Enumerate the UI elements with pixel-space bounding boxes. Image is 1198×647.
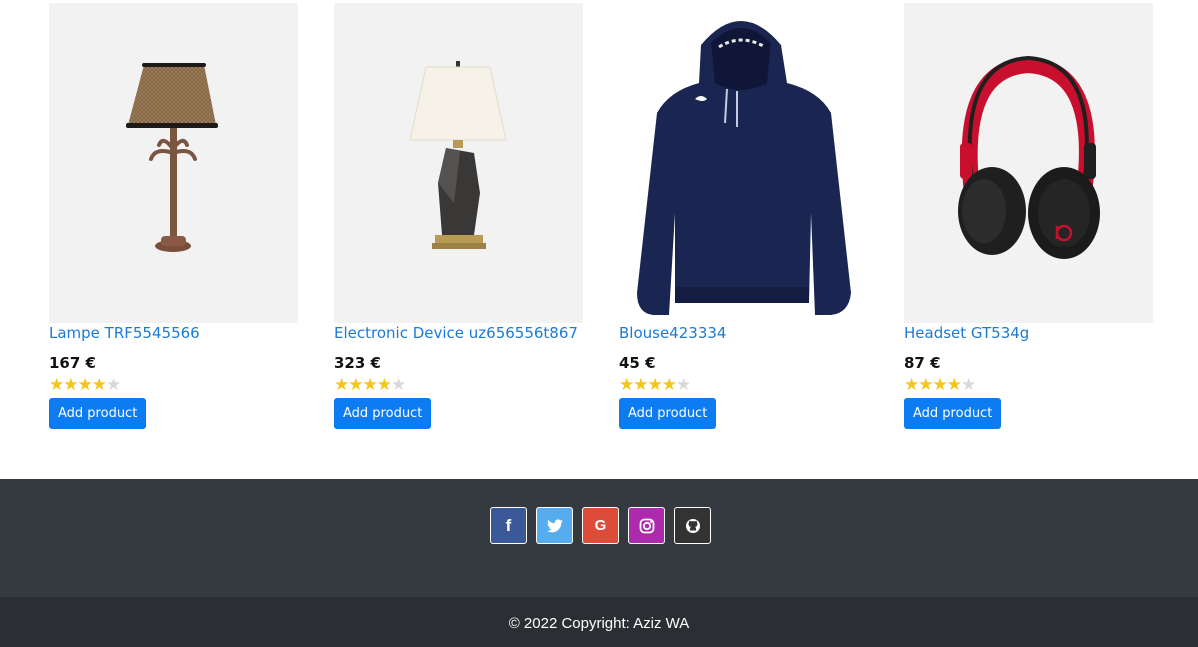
table-lamp-image <box>126 63 218 252</box>
facebook-icon: f <box>505 515 512 535</box>
product-price: 167 € <box>49 354 96 372</box>
star-icon: ★ <box>633 375 648 395</box>
product-title[interactable]: Electronic Device uz656556t867 <box>334 324 578 342</box>
product-image[interactable] <box>49 3 298 323</box>
navy-hoodie-image <box>637 21 851 315</box>
product-image[interactable] <box>904 3 1153 323</box>
instagram-icon <box>639 518 654 533</box>
star-icon: ★ <box>49 375 64 395</box>
footer-social-section: f G <box>0 479 1198 597</box>
twitter-icon <box>546 518 563 532</box>
star-icon: ★ <box>647 375 663 395</box>
product-title[interactable]: Blouse423334 <box>619 324 726 342</box>
rating-stars: ★★★★★ <box>904 375 976 395</box>
product-card: Lampe TRF5545566 167 € ★★★★★ Add product <box>49 3 298 429</box>
star-icon: ★ <box>932 375 948 395</box>
add-product-button[interactable]: Add product <box>49 398 147 429</box>
product-card: Electronic Device uz656556t867 323 € ★★★… <box>334 3 583 429</box>
social-links: f G <box>490 507 711 544</box>
add-product-button[interactable]: Add product <box>619 398 717 429</box>
product-price: 45 € <box>619 354 656 372</box>
headphones-image <box>958 55 1100 259</box>
star-empty-icon: ★ <box>106 375 121 395</box>
footer-copyright-bar: © 2022 Copyright: Aziz WA <box>0 597 1198 647</box>
product-grid: Lampe TRF5545566 167 € ★★★★★ Add product… <box>0 0 1198 479</box>
star-icon: ★ <box>91 375 107 395</box>
star-empty-icon: ★ <box>676 375 691 395</box>
facebook-button[interactable]: f <box>490 507 527 544</box>
star-empty-icon: ★ <box>961 375 976 395</box>
star-icon: ★ <box>362 375 378 395</box>
star-icon: ★ <box>946 375 962 395</box>
google-icon: G <box>594 517 607 534</box>
star-icon: ★ <box>376 375 392 395</box>
product-title[interactable]: Lampe TRF5545566 <box>49 324 200 342</box>
star-icon: ★ <box>619 375 634 395</box>
product-image[interactable] <box>619 3 868 323</box>
product-card: Blouse423334 45 € ★★★★★ Add product <box>619 3 868 429</box>
twitter-button[interactable] <box>536 507 573 544</box>
product-image[interactable] <box>334 3 583 323</box>
rating-stars: ★★★★★ <box>619 375 691 395</box>
add-product-button[interactable]: Add product <box>334 398 432 429</box>
google-button[interactable]: G <box>582 507 619 544</box>
product-price: 87 € <box>904 354 941 372</box>
github-button[interactable] <box>674 507 711 544</box>
star-icon: ★ <box>63 375 78 395</box>
product-title[interactable]: Headset GT534g <box>904 324 1029 342</box>
product-card: Headset GT534g 87 € ★★★★★ Add product <box>904 3 1153 429</box>
instagram-button[interactable] <box>628 507 665 544</box>
modern-lamp-image <box>409 61 507 249</box>
product-price: 323 € <box>334 354 381 372</box>
add-product-button[interactable]: Add product <box>904 398 1002 429</box>
rating-stars: ★★★★★ <box>49 375 121 395</box>
star-icon: ★ <box>348 375 363 395</box>
copyright-text: © 2022 Copyright: Aziz WA <box>508 615 690 632</box>
star-icon: ★ <box>77 375 93 395</box>
github-icon <box>685 518 700 533</box>
star-icon: ★ <box>661 375 677 395</box>
rating-stars: ★★★★★ <box>334 375 406 395</box>
star-icon: ★ <box>904 375 919 395</box>
star-empty-icon: ★ <box>391 375 406 395</box>
star-icon: ★ <box>918 375 933 395</box>
star-icon: ★ <box>334 375 349 395</box>
